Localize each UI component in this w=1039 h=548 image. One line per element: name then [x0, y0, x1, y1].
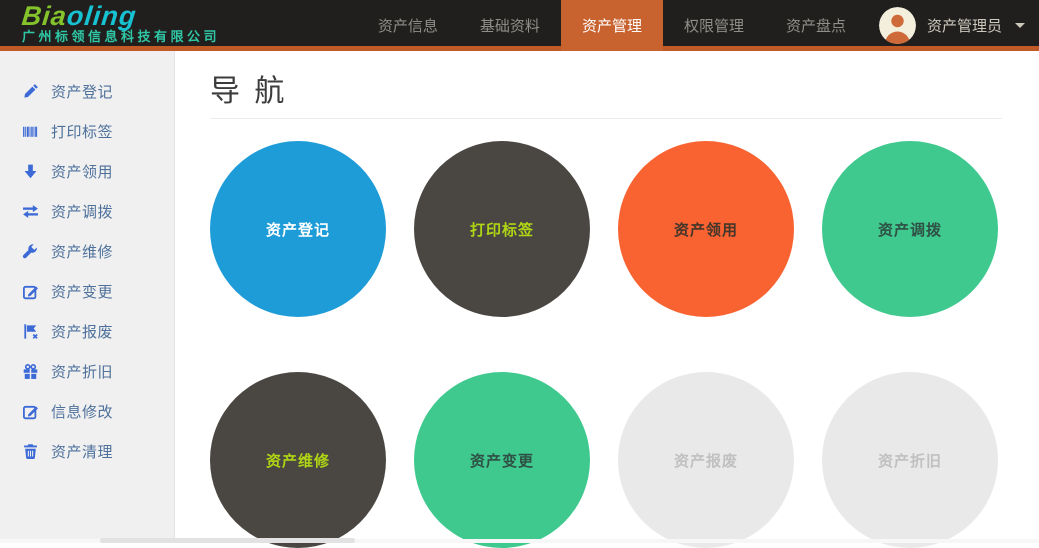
top-nav-item-asset-info[interactable]: 资产信息 — [357, 0, 459, 51]
sidebar-item-label: 资产维修 — [51, 241, 113, 262]
sidebar-item-label: 资产调拨 — [51, 201, 113, 222]
logo-text: Biaoling — [21, 3, 222, 29]
sidebar-item-asset-cleanup[interactable]: 资产清理 — [0, 431, 174, 471]
nav-circle-asset-depreciation[interactable]: 资产折旧 — [822, 372, 998, 548]
nav-circle-asset-change[interactable]: 资产变更 — [414, 372, 590, 548]
sidebar-item-label: 信息修改 — [51, 401, 113, 422]
nav-circle-asset-transfer[interactable]: 资产调拨 — [822, 141, 998, 317]
barcode-icon — [22, 123, 39, 140]
nav-circle-asset-scrap[interactable]: 资产报废 — [618, 372, 794, 548]
main-content: 导 航 资产登记 打印标签 资产领用 资产调拨 资产维修 资产变更 资产报废 资… — [176, 51, 1039, 543]
arrow-down-icon — [22, 163, 39, 180]
gift-icon — [22, 363, 39, 380]
sidebar-item-asset-scrap[interactable]: 资产报废 — [0, 311, 174, 351]
flag-x-icon — [22, 323, 39, 340]
nav-circle-asset-register[interactable]: 资产登记 — [210, 141, 386, 317]
sidebar-item-print-label[interactable]: 打印标签 — [0, 111, 174, 151]
sidebar-item-label: 资产登记 — [51, 81, 113, 102]
sidebar-item-label: 资产变更 — [51, 281, 113, 302]
app-header: Biaoling 广州标领信息科技有限公司 资产信息 基础资料 资产管理 权限管… — [0, 0, 1039, 51]
pencil-icon — [22, 83, 39, 100]
top-nav-item-permission[interactable]: 权限管理 — [663, 0, 765, 51]
user-name: 资产管理员 — [927, 15, 1002, 36]
sidebar-item-asset-repair[interactable]: 资产维修 — [0, 231, 174, 271]
edit-square-icon — [22, 403, 39, 420]
sidebar-item-label: 资产领用 — [51, 161, 113, 182]
sidebar-item-label: 资产折旧 — [51, 361, 113, 382]
nav-circle-asset-repair[interactable]: 资产维修 — [210, 372, 386, 548]
sidebar: 资产登记 打印标签 资产领用 资产调拨 资产维修 资产变更 资产 — [0, 51, 175, 543]
title-divider — [210, 118, 1002, 119]
user-menu[interactable]: 资产管理员 — [867, 0, 1039, 51]
top-nav-item-asset-management[interactable]: 资产管理 — [561, 0, 663, 51]
logo: Biaoling 广州标领信息科技有限公司 — [0, 0, 220, 51]
page-title: 导 航 — [210, 72, 1039, 112]
sidebar-item-asset-issue[interactable]: 资产领用 — [0, 151, 174, 191]
sidebar-item-asset-transfer[interactable]: 资产调拨 — [0, 191, 174, 231]
horizontal-scrollbar-thumb[interactable] — [100, 538, 355, 543]
logo-part-green: Bia — [20, 1, 68, 31]
sidebar-item-label: 打印标签 — [51, 121, 113, 142]
person-icon — [879, 7, 916, 44]
sidebar-item-asset-change[interactable]: 资产变更 — [0, 271, 174, 311]
sidebar-item-label: 资产报废 — [51, 321, 113, 342]
logo-part-cyan: oling — [65, 1, 138, 31]
top-nav: 资产信息 基础资料 资产管理 权限管理 资产盘点 — [357, 0, 867, 51]
nav-circle-print-label[interactable]: 打印标签 — [414, 141, 590, 317]
sidebar-item-info-modify[interactable]: 信息修改 — [0, 391, 174, 431]
wrench-icon — [22, 243, 39, 260]
edit-square-icon — [22, 283, 39, 300]
top-nav-item-asset-inventory[interactable]: 资产盘点 — [765, 0, 867, 51]
nav-circle-asset-issue[interactable]: 资产领用 — [618, 141, 794, 317]
sidebar-item-asset-register[interactable]: 资产登记 — [0, 71, 174, 111]
transfer-arrows-icon — [22, 203, 39, 220]
sidebar-item-label: 资产清理 — [51, 441, 113, 462]
top-nav-item-base-data[interactable]: 基础资料 — [459, 0, 561, 51]
trash-icon — [22, 443, 39, 460]
nav-circle-grid: 资产登记 打印标签 资产领用 资产调拨 资产维修 资产变更 资产报废 资产折旧 — [210, 141, 1039, 548]
chevron-down-icon — [1015, 23, 1025, 28]
sidebar-item-asset-depreciation[interactable]: 资产折旧 — [0, 351, 174, 391]
user-avatar[interactable] — [879, 7, 916, 44]
